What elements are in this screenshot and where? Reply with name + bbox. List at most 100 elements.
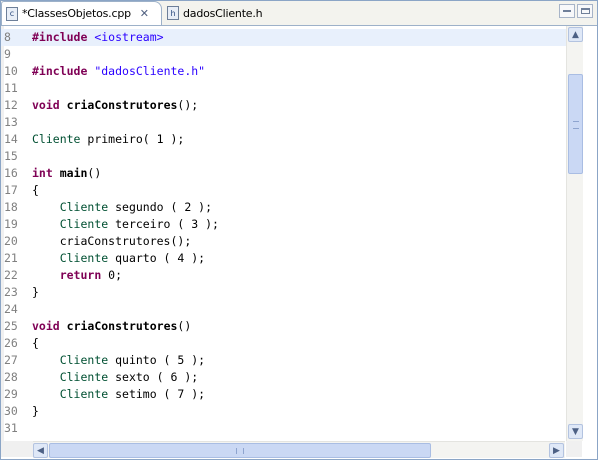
code-line[interactable]: 15 <box>1 148 581 165</box>
line-number: 11 <box>4 81 18 95</box>
line-number: 27 <box>4 353 18 367</box>
code-line[interactable]: 8 #include <iostream> <box>1 29 581 46</box>
token-kw: void <box>32 319 60 333</box>
code-text: criaConstrutores(); <box>32 233 192 250</box>
chevron-left-icon: ◀ <box>37 445 44 456</box>
line-number: 17 <box>4 183 18 197</box>
code-editor[interactable]: 8 #include <iostream> 9 10 #include "dadosCl… <box>1 26 581 441</box>
vertical-scrollbar[interactable]: ▲ ▼ <box>566 26 583 441</box>
line-number: 18 <box>4 200 18 214</box>
horizontal-scroll-thumb[interactable] <box>49 443 431 458</box>
token-text: { <box>32 183 39 197</box>
code-line[interactable]: 26 { <box>1 335 581 352</box>
code-line[interactable]: 9 <box>1 46 581 63</box>
code-line[interactable]: 20 criaConstrutores(); <box>1 233 581 250</box>
token-fn: main <box>59 166 88 180</box>
chevron-up-icon: ▲ <box>572 29 579 40</box>
code-line[interactable]: 31 <box>1 420 581 437</box>
code-line[interactable]: 30} <box>1 403 581 420</box>
line-number: 23 <box>4 285 18 299</box>
code-line[interactable]: 10 #include "dadosCliente.h" <box>1 63 581 80</box>
token-text: sexto ( 6 ); <box>108 370 199 384</box>
horizontal-scrollbar[interactable]: ◀ ▶ <box>33 441 565 458</box>
code-text: return 0; <box>32 267 122 284</box>
line-number: 15 <box>4 149 18 163</box>
scroll-left-button[interactable]: ◀ <box>33 443 48 458</box>
token-text: () <box>177 319 192 333</box>
line-number: 14 <box>4 132 18 146</box>
tab-classes-objetos[interactable]: c *ClassesObjetos.cpp ✕ <box>1 1 162 25</box>
token-text: () <box>87 166 102 180</box>
code-line[interactable]: 28 Cliente sexto ( 6 ); <box>1 369 581 386</box>
code-text: #include <iostream> <box>32 29 164 46</box>
token-text: } <box>32 285 39 299</box>
chevron-down-icon: ▼ <box>572 426 579 437</box>
maximize-button[interactable] <box>577 4 593 18</box>
tab-dados-cliente[interactable]: h dadosCliente.h <box>163 2 293 24</box>
code-line[interactable]: 22 return 0; <box>1 267 581 284</box>
minimize-button[interactable] <box>559 4 575 18</box>
line-number: 26 <box>4 336 18 350</box>
code-line[interactable]: 18 Cliente segundo ( 2 ); <box>1 199 581 216</box>
scroll-down-button[interactable]: ▼ <box>568 424 583 439</box>
code-text: Cliente sexto ( 6 ); <box>32 369 198 386</box>
hscroll-gutter <box>1 441 33 457</box>
token-text: (); <box>177 98 199 112</box>
token-type: Cliente <box>59 353 109 367</box>
scroll-up-button[interactable]: ▲ <box>568 27 583 42</box>
line-number: 19 <box>4 217 18 231</box>
token-fn: criaConstrutores <box>66 319 178 333</box>
minimize-icon <box>563 10 571 12</box>
tab-bar: c *ClassesObjetos.cpp ✕ h dadosCliente.h <box>1 1 597 26</box>
token-fn: criaConstrutores <box>66 98 178 112</box>
token-text: quarto ( 4 ); <box>108 251 206 265</box>
code-line[interactable]: 17 { <box>1 182 581 199</box>
code-line[interactable]: 24 <box>1 301 581 318</box>
line-number: 25 <box>4 319 18 333</box>
code-line[interactable]: 21 Cliente quarto ( 4 ); <box>1 250 581 267</box>
line-number: 10 <box>4 64 18 78</box>
close-icon[interactable]: ✕ <box>139 8 150 19</box>
code-line[interactable]: 13 <box>1 114 581 131</box>
editor-window: c *ClassesObjetos.cpp ✕ h dadosCliente.h… <box>0 0 598 460</box>
code-text: Cliente quarto ( 4 ); <box>32 250 205 267</box>
tab-label: *ClassesObjetos.cpp <box>22 7 131 20</box>
code-text: Cliente quinto ( 5 ); <box>32 352 205 369</box>
code-line[interactable]: 25 void criaConstrutores() <box>1 318 581 335</box>
vertical-scroll-thumb[interactable] <box>568 74 583 174</box>
code-text: void criaConstrutores(); <box>32 97 198 114</box>
code-line[interactable]: 29 Cliente setimo ( 7 ); <box>1 386 581 403</box>
grip-icon <box>236 448 244 454</box>
code-line[interactable]: 27 Cliente quinto ( 5 ); <box>1 352 581 369</box>
code-line[interactable]: 23} <box>1 284 581 301</box>
line-number: 12 <box>4 98 18 112</box>
token-text: setimo ( 7 ); <box>108 387 206 401</box>
scroll-right-button[interactable]: ▶ <box>549 443 564 458</box>
line-number: 8 <box>4 30 11 44</box>
code-line[interactable]: 14 Cliente primeiro( 1 ); <box>1 131 581 148</box>
line-number: 9 <box>4 47 11 61</box>
code-line[interactable]: 19 Cliente terceiro ( 3 ); <box>1 216 581 233</box>
line-number: 22 <box>4 268 18 282</box>
code-line[interactable]: 12 void criaConstrutores(); <box>1 97 581 114</box>
line-number: 21 <box>4 251 18 265</box>
code-line[interactable]: 16 int main() <box>1 165 581 182</box>
token-kw: #include <box>32 30 88 44</box>
maximize-icon <box>581 8 590 14</box>
token-text: quinto ( 5 ); <box>108 353 206 367</box>
line-number: 29 <box>4 387 18 401</box>
cpp-file-icon: c <box>6 6 18 21</box>
token-text: } <box>32 404 39 418</box>
code-line[interactable]: 11 <box>1 80 581 97</box>
line-number: 13 <box>4 115 18 129</box>
code-text: Cliente primeiro( 1 ); <box>32 131 184 148</box>
token-type: Cliente <box>59 370 109 384</box>
grip-icon <box>573 121 579 129</box>
token-str: "dadosCliente.h" <box>94 64 206 78</box>
